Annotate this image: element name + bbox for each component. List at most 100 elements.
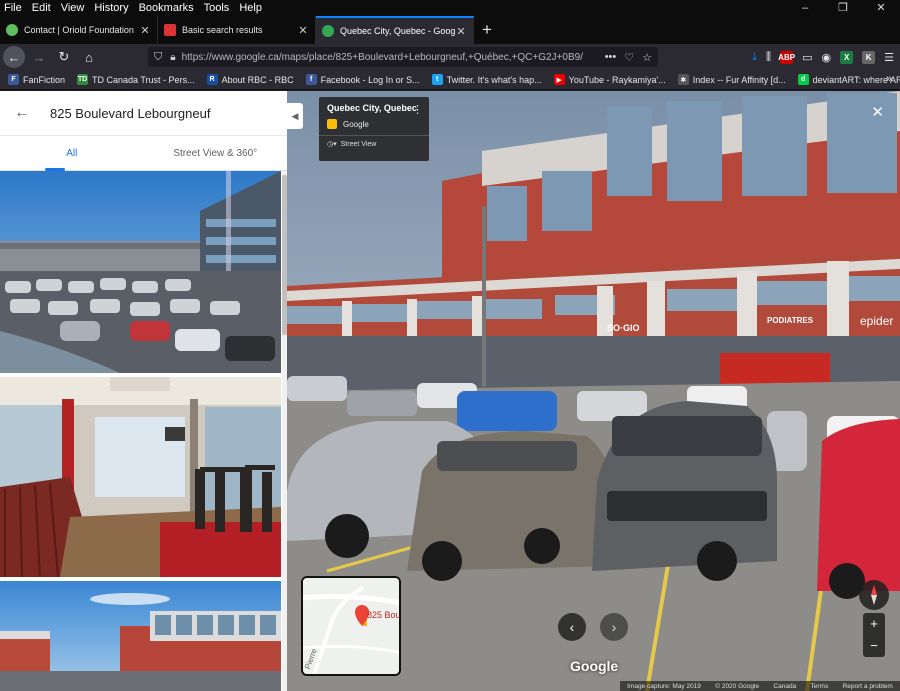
photo-parking-lot[interactable] xyxy=(0,171,281,373)
lock-icon[interactable]: 🔒︎ xyxy=(170,52,175,63)
minimize-button[interactable]: – xyxy=(786,0,824,16)
tab-street-view-360[interactable]: Street View & 360° xyxy=(144,136,288,170)
street-view-panorama[interactable]: SO·GIO PODIATRES epider Quebec City, Que… xyxy=(287,91,900,691)
pocket-icon[interactable]: ♡ xyxy=(624,51,634,64)
street-view-label: Street View xyxy=(340,140,377,148)
navigation-bar: ← → ↻ ⌂ ⛉ 🔒︎ https://www.google.ca/maps/… xyxy=(0,44,900,70)
twitter-icon: t xyxy=(431,74,443,85)
next-arrow-button[interactable]: › xyxy=(600,613,628,641)
imagery-footer: Image capture: May 2019 © 2020 Google Ca… xyxy=(620,681,900,691)
bookmark-label: Facebook - Log In or S... xyxy=(320,74,420,85)
library-icon[interactable]: ⫼ xyxy=(766,51,771,64)
photo-building-exterior[interactable] xyxy=(0,581,281,691)
bookmarks-overflow-icon[interactable]: » xyxy=(886,73,892,85)
bookmark-twitter[interactable]: t Twitter. It's what's hap... xyxy=(431,74,542,85)
close-tab-icon[interactable]: ✕ xyxy=(297,24,309,37)
bookmark-youtube[interactable]: ▶ YouTube - Raykamiya'... xyxy=(553,74,666,85)
zoom-out-button[interactable]: − xyxy=(863,635,885,657)
tab-basic-search[interactable]: Basic search results ✕ xyxy=(158,16,316,44)
bookmark-label: Twitter. It's what's hap... xyxy=(446,74,542,85)
menu-bookmarks[interactable]: Bookmarks xyxy=(134,0,199,16)
menu-tools[interactable]: Tools xyxy=(199,0,235,16)
deviantart-icon: d xyxy=(797,74,809,85)
download-icon[interactable]: ⤓ xyxy=(752,51,757,64)
youtube-icon: ▶ xyxy=(553,74,565,85)
divider xyxy=(319,135,429,136)
shield-icon[interactable]: ⛉ xyxy=(154,51,162,64)
close-tab-icon[interactable]: ✕ xyxy=(455,25,467,38)
epider-sign: epider xyxy=(860,314,893,328)
tab-label: Contact | Oriold Foundation xyxy=(24,25,134,35)
reload-button[interactable]: ↻ xyxy=(53,46,75,68)
menu-file[interactable]: File xyxy=(0,0,27,16)
facebook-icon: f xyxy=(305,74,317,85)
bookmark-rbc[interactable]: R About RBC - RBC xyxy=(206,74,294,85)
location-title[interactable]: Quebec City, Quebec xyxy=(327,103,421,113)
previous-arrow-button[interactable]: ‹ xyxy=(558,613,586,641)
restore-button[interactable]: ❐ xyxy=(824,0,862,16)
back-arrow-icon[interactable]: ← xyxy=(14,104,30,122)
terms-link[interactable]: Terms xyxy=(811,683,829,690)
compass-icon[interactable] xyxy=(859,580,889,610)
zoom-in-button[interactable]: + xyxy=(863,613,885,635)
account-icon[interactable]: ◉ xyxy=(822,51,832,64)
bookmark-label: YouTube - Raykamiya'... xyxy=(568,74,666,85)
place-photos-panel: ← 825 Boulevard Lebourgneuf All Street V… xyxy=(0,91,287,691)
sogio-sign: SO·GIO xyxy=(607,323,640,333)
capture-date: Image capture: May 2019 xyxy=(627,682,701,690)
menu-help[interactable]: Help xyxy=(234,0,267,16)
zoom-control: + − xyxy=(863,613,885,657)
tab-label: Quebec City, Quebec - Google xyxy=(340,26,455,36)
street-view-time-row[interactable]: ◷▾ Street View xyxy=(327,140,421,149)
bookmark-deviantart[interactable]: ddeviantART: where AR... xyxy=(797,74,900,85)
close-tab-icon[interactable]: ✕ xyxy=(139,24,151,37)
collapse-panel-button[interactable]: ◀ xyxy=(287,103,303,129)
bookmark-facebook[interactable]: f Facebook - Log In or S... xyxy=(305,74,420,85)
close-street-view-icon[interactable]: ✕ xyxy=(871,103,884,121)
podiatres-sign: PODIATRES xyxy=(767,316,814,325)
sidebar-icon[interactable]: ▭ xyxy=(802,51,812,64)
back-button[interactable]: ← xyxy=(3,46,25,68)
photo-interior[interactable] xyxy=(0,377,281,577)
report-problem-link[interactable]: Report a problem xyxy=(843,683,893,690)
menu-history[interactable]: History xyxy=(89,0,133,16)
menu-edit[interactable]: Edit xyxy=(27,0,56,16)
adblock-icon[interactable]: ABP xyxy=(778,50,795,64)
forward-button[interactable]: → xyxy=(28,46,50,68)
more-actions-icon[interactable]: ••• xyxy=(605,51,617,64)
more-options-icon[interactable]: ⋮ xyxy=(412,103,423,116)
google-maps-favicon-icon xyxy=(322,25,334,37)
place-title: 825 Boulevard Lebourgneuf xyxy=(50,105,211,121)
menu-view[interactable]: View xyxy=(56,0,90,16)
url-text[interactable]: https://www.google.ca/maps/place/825+Bou… xyxy=(182,52,599,63)
maple-leaf-favicon-icon xyxy=(164,24,176,36)
bookmark-td[interactable]: TD TD Canada Trust - Pers... xyxy=(77,74,195,85)
bookmark-fanfiction[interactable]: F FanFiction xyxy=(8,74,65,85)
region-link[interactable]: Canada xyxy=(773,683,796,690)
bookmark-label: TD Canada Trust - Pers... xyxy=(92,74,195,85)
tab-oriold-foundation[interactable]: Contact | Oriold Foundation ✕ xyxy=(0,16,158,44)
bookmark-star-icon[interactable]: ☆ xyxy=(642,51,652,64)
rbc-icon: R xyxy=(206,74,218,85)
bookmark-label: Index -- Fur Affinity [d... xyxy=(692,74,786,85)
tab-all[interactable]: All xyxy=(0,136,144,170)
window-controls: – ❐ ✕ xyxy=(786,0,900,16)
home-button[interactable]: ⌂ xyxy=(78,46,100,68)
furaffinity-icon: ✱ xyxy=(677,74,689,85)
bookmark-label: About RBC - RBC xyxy=(221,74,294,85)
minimap[interactable]: 825 Boul Lebourg Pierre xyxy=(301,576,401,676)
hamburger-menu-icon[interactable]: ☰ xyxy=(884,51,894,64)
extension-k-icon[interactable]: K xyxy=(862,50,876,64)
excel-extension-icon[interactable]: X xyxy=(840,50,854,64)
location-info-card: Quebec City, Quebec ⋮ Google ◷▾ Street V… xyxy=(319,97,429,161)
close-window-button[interactable]: ✕ xyxy=(862,0,900,16)
bookmarks-bar: F FanFiction TD TD Canada Trust - Pers... … xyxy=(0,70,900,90)
minimap-place-label: 825 Boul Lebourg xyxy=(367,610,401,620)
tab-google-maps[interactable]: Quebec City, Quebec - Google ✕ xyxy=(316,16,474,44)
new-tab-button[interactable]: + xyxy=(474,16,500,44)
menu-bar: File Edit View History Bookmarks Tools H… xyxy=(0,0,900,16)
browser-window: File Edit View History Bookmarks Tools H… xyxy=(0,0,900,691)
bookmark-furaffinity[interactable]: ✱ Index -- Fur Affinity [d... xyxy=(677,74,786,85)
address-bar[interactable]: ⛉ 🔒︎ https://www.google.ca/maps/place/82… xyxy=(148,47,658,67)
panel-header: ← 825 Boulevard Lebourgneuf xyxy=(0,91,287,136)
